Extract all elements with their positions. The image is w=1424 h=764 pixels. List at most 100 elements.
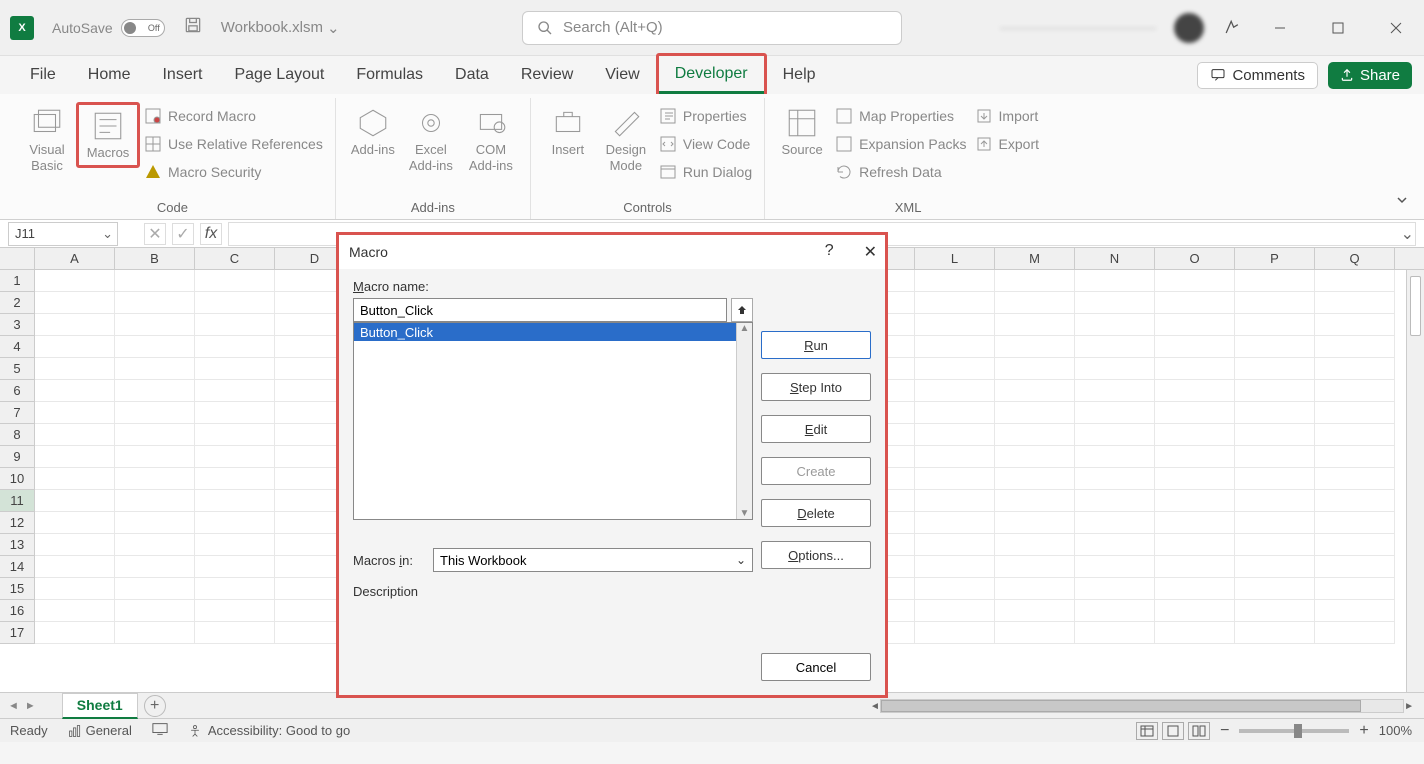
cell[interactable] <box>115 270 195 292</box>
cell[interactable] <box>1075 534 1155 556</box>
cell[interactable] <box>115 292 195 314</box>
column-header[interactable]: L <box>915 248 995 269</box>
cell[interactable] <box>915 292 995 314</box>
cancel-button[interactable]: Cancel <box>761 653 871 681</box>
name-box[interactable]: J11 ⌄ <box>8 222 118 246</box>
row-header[interactable]: 13 <box>0 534 35 556</box>
cell[interactable] <box>1155 292 1235 314</box>
cell[interactable] <box>1155 358 1235 380</box>
cell[interactable] <box>1155 380 1235 402</box>
cell[interactable] <box>1075 622 1155 644</box>
record-macro-button[interactable]: Record Macro <box>140 102 327 130</box>
select-all-corner[interactable] <box>0 248 35 269</box>
cell[interactable] <box>995 512 1075 534</box>
cell[interactable] <box>995 402 1075 424</box>
cell[interactable] <box>915 424 995 446</box>
cell[interactable] <box>195 578 275 600</box>
cell[interactable] <box>1315 314 1395 336</box>
cell[interactable] <box>915 380 995 402</box>
cell[interactable] <box>115 358 195 380</box>
tab-page-layout[interactable]: Page Layout <box>218 56 340 94</box>
cell[interactable] <box>915 358 995 380</box>
cell[interactable] <box>1155 534 1235 556</box>
zoom-slider-thumb[interactable] <box>1294 724 1302 738</box>
row-header[interactable]: 14 <box>0 556 35 578</box>
cell[interactable] <box>1075 292 1155 314</box>
cell[interactable] <box>115 424 195 446</box>
cell[interactable] <box>35 578 115 600</box>
cell[interactable] <box>195 358 275 380</box>
cell[interactable] <box>115 468 195 490</box>
properties-button[interactable]: Properties <box>655 102 756 130</box>
cell[interactable] <box>115 336 195 358</box>
cell[interactable] <box>1155 490 1235 512</box>
row-header[interactable]: 7 <box>0 402 35 424</box>
row-header[interactable]: 6 <box>0 380 35 402</box>
tab-home[interactable]: Home <box>72 56 147 94</box>
cell[interactable] <box>995 336 1075 358</box>
cell[interactable] <box>115 534 195 556</box>
source-button[interactable]: Source <box>773 102 831 162</box>
tab-formulas[interactable]: Formulas <box>340 56 439 94</box>
row-header[interactable]: 10 <box>0 468 35 490</box>
cell[interactable] <box>995 424 1075 446</box>
zoom-slider[interactable] <box>1239 729 1349 733</box>
row-header[interactable]: 17 <box>0 622 35 644</box>
cell[interactable] <box>1075 314 1155 336</box>
cell[interactable] <box>1155 512 1235 534</box>
cell[interactable] <box>995 468 1075 490</box>
cell[interactable] <box>35 270 115 292</box>
cell[interactable] <box>1155 314 1235 336</box>
row-header[interactable]: 9 <box>0 446 35 468</box>
tab-data[interactable]: Data <box>439 56 505 94</box>
cell[interactable] <box>1155 424 1235 446</box>
normal-view-button[interactable] <box>1136 722 1158 740</box>
cell[interactable] <box>195 534 275 556</box>
macros-button[interactable]: Macros <box>79 105 137 165</box>
column-header[interactable]: M <box>995 248 1075 269</box>
cell[interactable] <box>1235 314 1315 336</box>
cell[interactable] <box>1075 600 1155 622</box>
cell[interactable] <box>35 512 115 534</box>
row-header[interactable]: 3 <box>0 314 35 336</box>
cell[interactable] <box>115 600 195 622</box>
cell[interactable] <box>35 468 115 490</box>
cell[interactable] <box>1155 578 1235 600</box>
cell[interactable] <box>1315 512 1395 534</box>
cell[interactable] <box>1235 468 1315 490</box>
tab-file[interactable]: File <box>14 56 72 94</box>
cell[interactable] <box>195 446 275 468</box>
cell[interactable] <box>915 446 995 468</box>
sheet-nav-right[interactable]: ► <box>25 700 36 712</box>
cell[interactable] <box>995 446 1075 468</box>
delete-button[interactable]: Delete <box>761 499 871 527</box>
tab-view[interactable]: View <box>589 56 655 94</box>
refresh-data-button[interactable]: Refresh Data <box>831 158 970 186</box>
cell[interactable] <box>35 622 115 644</box>
dialog-help-button[interactable]: ? <box>825 242 834 262</box>
cell[interactable] <box>1075 512 1155 534</box>
cell[interactable] <box>195 402 275 424</box>
cell[interactable] <box>1315 622 1395 644</box>
cell[interactable] <box>915 512 995 534</box>
column-header[interactable]: Q <box>1315 248 1395 269</box>
cell[interactable] <box>115 402 195 424</box>
tab-insert[interactable]: Insert <box>146 56 218 94</box>
column-header[interactable]: O <box>1155 248 1235 269</box>
import-button[interactable]: Import <box>971 102 1043 130</box>
cell[interactable] <box>1315 490 1395 512</box>
cell[interactable] <box>195 600 275 622</box>
cell[interactable] <box>1235 556 1315 578</box>
macro-list[interactable]: Button_Click ▲ ▼ <box>353 322 753 520</box>
range-ref-button[interactable] <box>731 298 753 322</box>
cell[interactable] <box>915 622 995 644</box>
cell[interactable] <box>1315 556 1395 578</box>
options-button[interactable]: Options... <box>761 541 871 569</box>
cell[interactable] <box>195 622 275 644</box>
cell[interactable] <box>35 424 115 446</box>
autosave-toggle[interactable]: AutoSave Off <box>52 19 165 37</box>
cell[interactable] <box>115 512 195 534</box>
excel-addins-button[interactable]: Excel Add-ins <box>402 102 460 177</box>
com-addins-button[interactable]: COM Add-ins <box>460 102 522 177</box>
run-dialog-button[interactable]: Run Dialog <box>655 158 756 186</box>
